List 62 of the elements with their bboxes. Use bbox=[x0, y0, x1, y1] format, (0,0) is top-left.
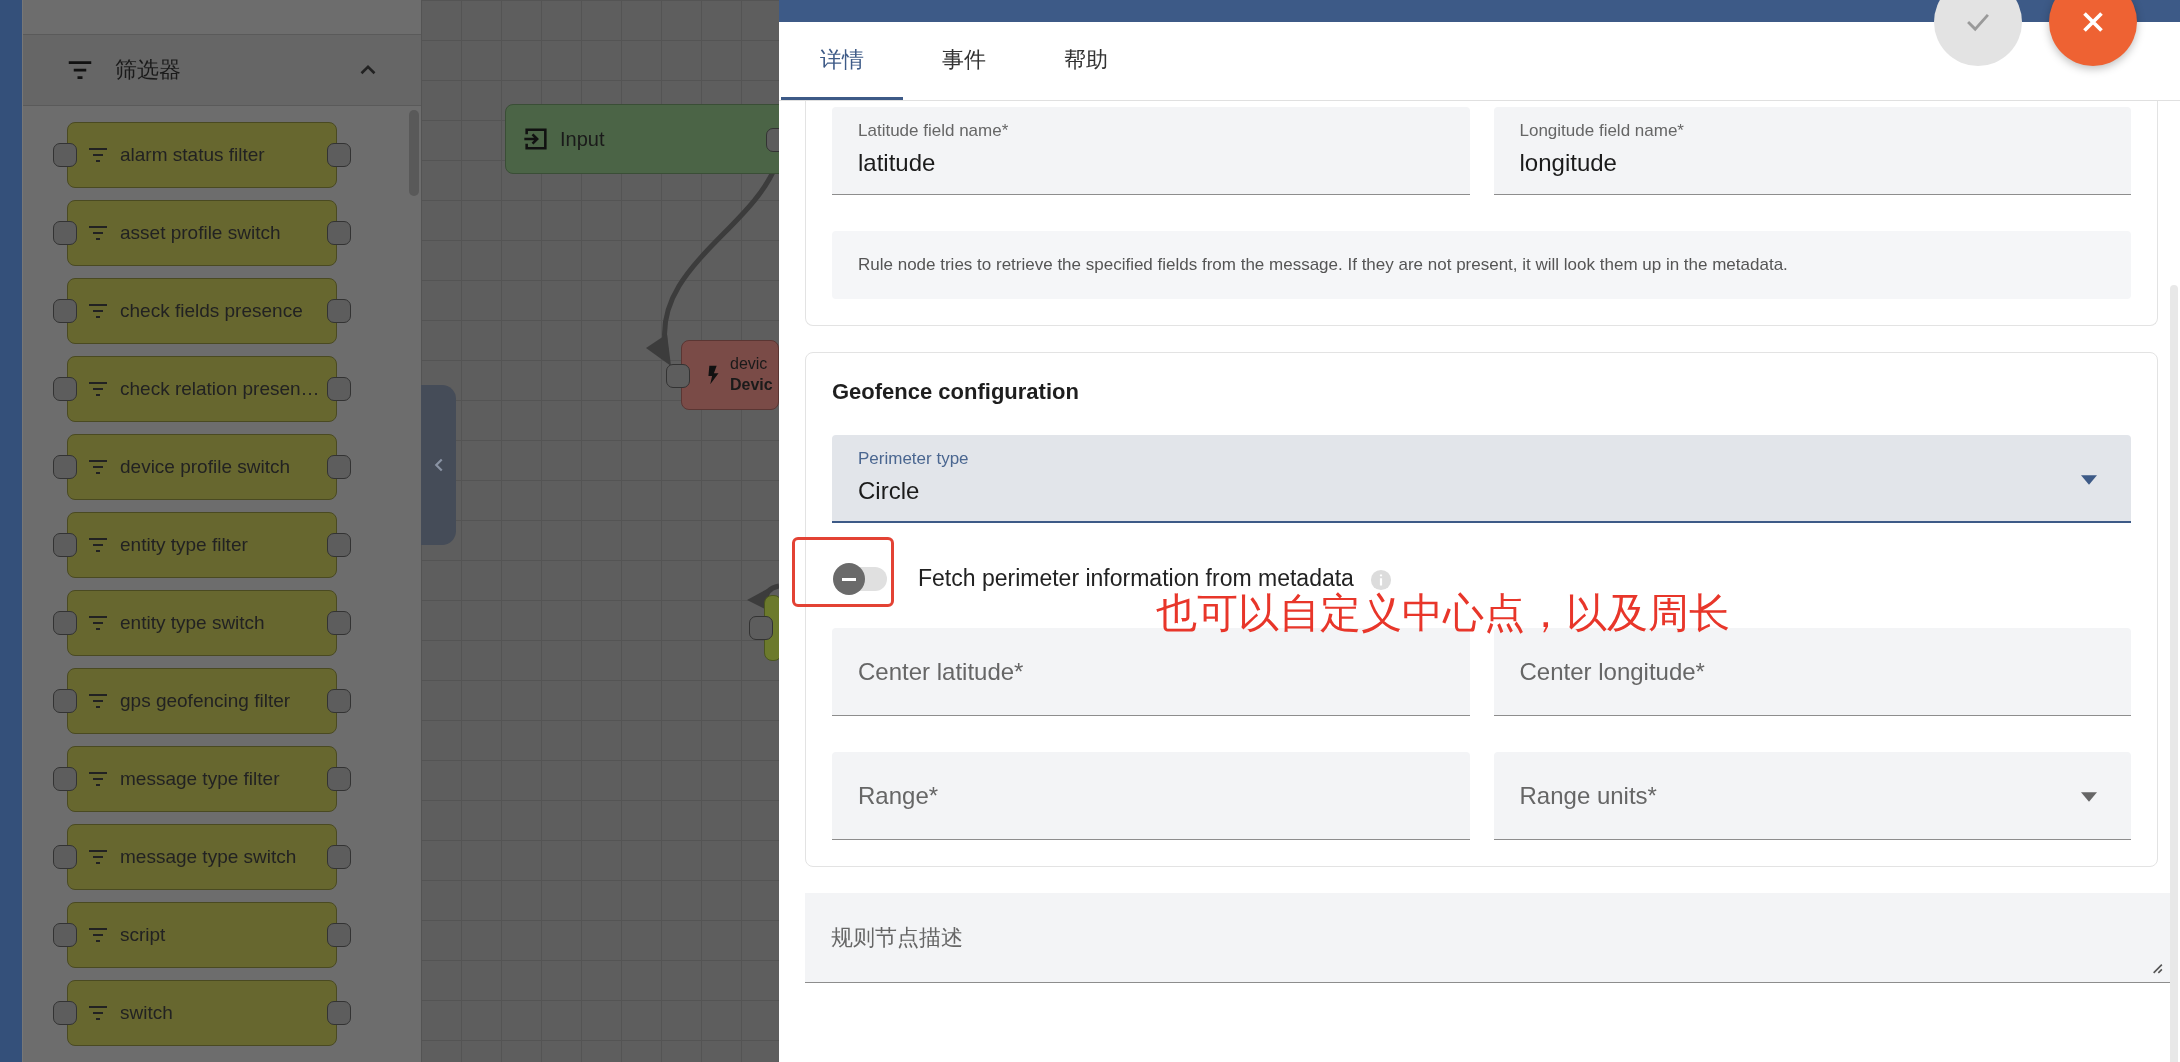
output-port[interactable] bbox=[327, 923, 351, 947]
filter-node[interactable]: alarm status filter bbox=[67, 122, 337, 188]
hint-text: Rule node tries to retrieve the specified fields from the message. If they are not present, it will look them up in the metadata. bbox=[832, 231, 2131, 299]
select-field[interactable]: Range units* bbox=[1493, 752, 2131, 840]
caret-icon bbox=[2081, 792, 2097, 802]
input-port[interactable] bbox=[53, 221, 77, 245]
output-port[interactable] bbox=[327, 611, 351, 635]
tab[interactable]: 帮助 bbox=[1025, 22, 1147, 100]
input-port[interactable] bbox=[53, 1001, 77, 1025]
filter-node[interactable]: gps geofencing filter bbox=[67, 668, 337, 734]
text-field[interactable]: Longitude field name* longitude bbox=[1493, 107, 2131, 195]
output-port[interactable] bbox=[327, 689, 351, 713]
scrollbar[interactable] bbox=[2170, 285, 2178, 1062]
filter-node[interactable]: check relation presen… bbox=[67, 356, 337, 422]
output-port[interactable] bbox=[327, 533, 351, 557]
perimeter-type-select[interactable]: Perimeter type Circle bbox=[832, 435, 2131, 523]
input-port[interactable] bbox=[53, 845, 77, 869]
input-field[interactable]: Range* bbox=[832, 752, 1470, 840]
output-port[interactable] bbox=[327, 143, 351, 167]
input-port[interactable] bbox=[53, 143, 77, 167]
filter-node[interactable]: check fields presence bbox=[67, 278, 337, 344]
section-header[interactable]: 筛选器 bbox=[23, 34, 421, 106]
toggle-label: Fetch perimeter information from metadata bbox=[918, 565, 1354, 592]
input-port[interactable] bbox=[53, 455, 77, 479]
filter-node[interactable]: script bbox=[67, 902, 337, 968]
caret-icon bbox=[2081, 475, 2097, 485]
input-port[interactable] bbox=[53, 377, 77, 401]
input-port[interactable] bbox=[749, 616, 773, 640]
filter-node[interactable]: message type filter bbox=[67, 746, 337, 812]
output-port[interactable] bbox=[327, 377, 351, 401]
input-port[interactable] bbox=[53, 767, 77, 791]
filter-node[interactable]: device profile switch bbox=[67, 434, 337, 500]
collapse-handle[interactable] bbox=[421, 385, 456, 545]
input-icon bbox=[522, 125, 550, 153]
output-port[interactable] bbox=[327, 845, 351, 869]
filter-node[interactable]: asset profile switch bbox=[67, 200, 337, 266]
node-subtitle: Devic bbox=[730, 375, 773, 395]
input-port[interactable] bbox=[53, 611, 77, 635]
input-port[interactable] bbox=[53, 689, 77, 713]
filter-node[interactable]: entity type filter bbox=[67, 512, 337, 578]
node-title: devic bbox=[730, 354, 769, 375]
tab[interactable]: 事件 bbox=[903, 22, 1025, 100]
output-port[interactable] bbox=[327, 767, 351, 791]
input-port[interactable] bbox=[53, 923, 77, 947]
filter-node[interactable]: entity type switch bbox=[67, 590, 337, 656]
text-field[interactable]: Latitude field name* latitude bbox=[832, 107, 1470, 195]
close-button[interactable] bbox=[2049, 0, 2137, 66]
apply-button[interactable] bbox=[1934, 0, 2022, 66]
filter-node[interactable]: switch bbox=[67, 980, 337, 1046]
description-field[interactable]: 规则节点描述 bbox=[805, 893, 2173, 983]
filter-node[interactable]: message type switch bbox=[67, 824, 337, 890]
output-port[interactable] bbox=[327, 1001, 351, 1025]
output-port[interactable] bbox=[327, 221, 351, 245]
output-port[interactable] bbox=[327, 299, 351, 323]
output-port[interactable] bbox=[327, 455, 351, 479]
input-port[interactable] bbox=[53, 299, 77, 323]
info-icon bbox=[1369, 569, 1392, 591]
input-port[interactable] bbox=[53, 533, 77, 557]
input-port[interactable] bbox=[666, 364, 690, 388]
tab[interactable]: 详情 bbox=[781, 22, 903, 100]
section-title: Geofence configuration bbox=[832, 379, 1080, 405]
section-title: 筛选器 bbox=[115, 56, 182, 84]
